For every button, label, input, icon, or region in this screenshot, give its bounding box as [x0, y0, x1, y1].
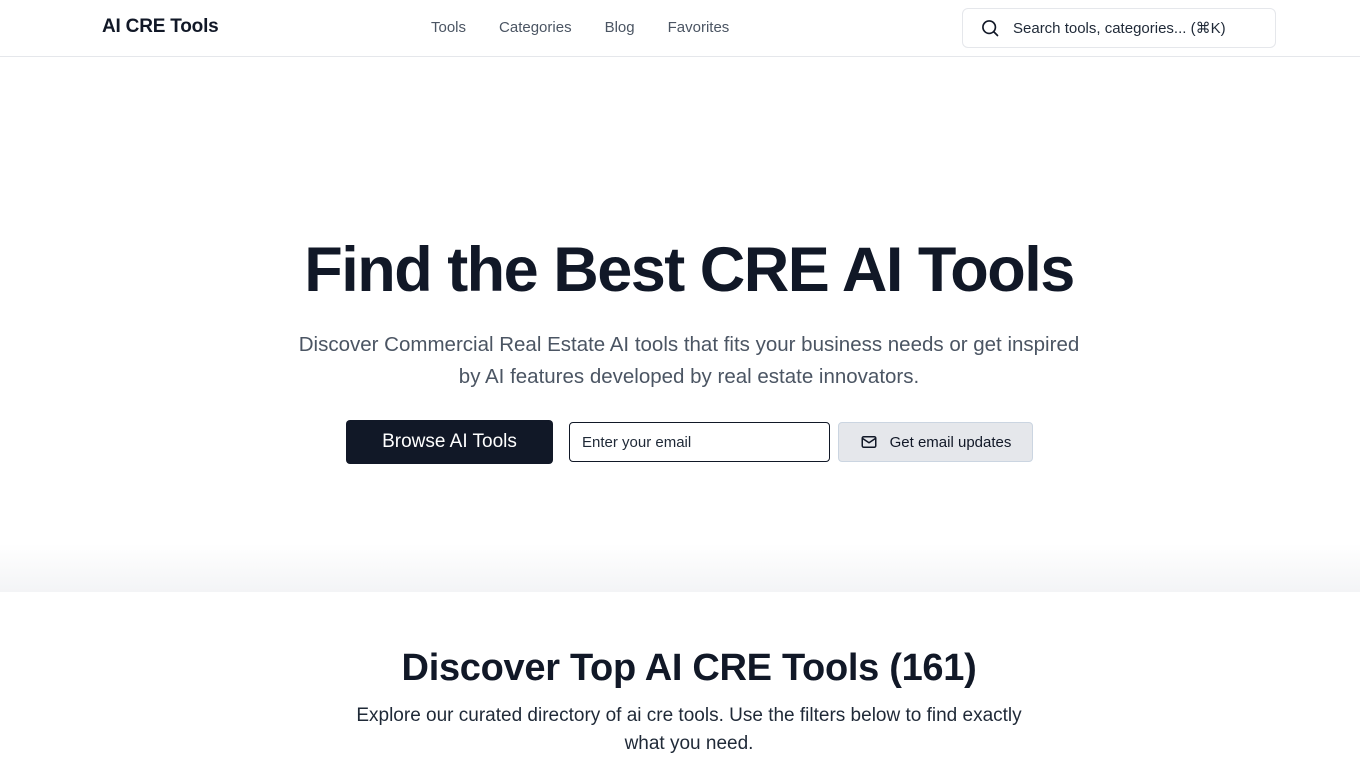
hero-title: Find the Best CRE AI Tools: [304, 235, 1075, 305]
browse-ai-tools-button[interactable]: Browse AI Tools: [346, 420, 553, 464]
discover-section: Discover Top AI CRE Tools (161) Explore …: [0, 592, 1360, 764]
nav-link-favorites[interactable]: Favorites: [668, 18, 730, 38]
discover-title: Discover Top AI CRE Tools (161): [401, 647, 977, 689]
search-box[interactable]: Search tools, categories... (⌘K): [962, 8, 1276, 48]
get-email-updates-label: Get email updates: [889, 433, 1012, 451]
email-input[interactable]: [569, 422, 830, 462]
nav-link-tools[interactable]: Tools: [431, 18, 466, 38]
get-email-updates-button[interactable]: Get email updates: [838, 422, 1033, 462]
discover-subtitle: Explore our curated directory of ai cre …: [356, 705, 1022, 754]
brand-logo-link[interactable]: AI CRE Tools: [102, 16, 219, 38]
site-header: AI CRE Tools Tools Categories Blog Favor…: [0, 0, 1360, 57]
mail-icon: [860, 433, 878, 451]
main-nav: Tools Categories Blog Favorites: [431, 18, 762, 38]
nav-link-blog[interactable]: Blog: [605, 18, 635, 38]
search-icon: [980, 18, 1000, 38]
hero-section: Find the Best CRE AI Tools Discover Comm…: [0, 57, 1360, 592]
hero-subtitle: Discover Commercial Real Estate AI tools…: [298, 333, 1080, 388]
search-placeholder: Search tools, categories... (⌘K): [1013, 20, 1226, 37]
nav-link-categories[interactable]: Categories: [499, 18, 572, 38]
